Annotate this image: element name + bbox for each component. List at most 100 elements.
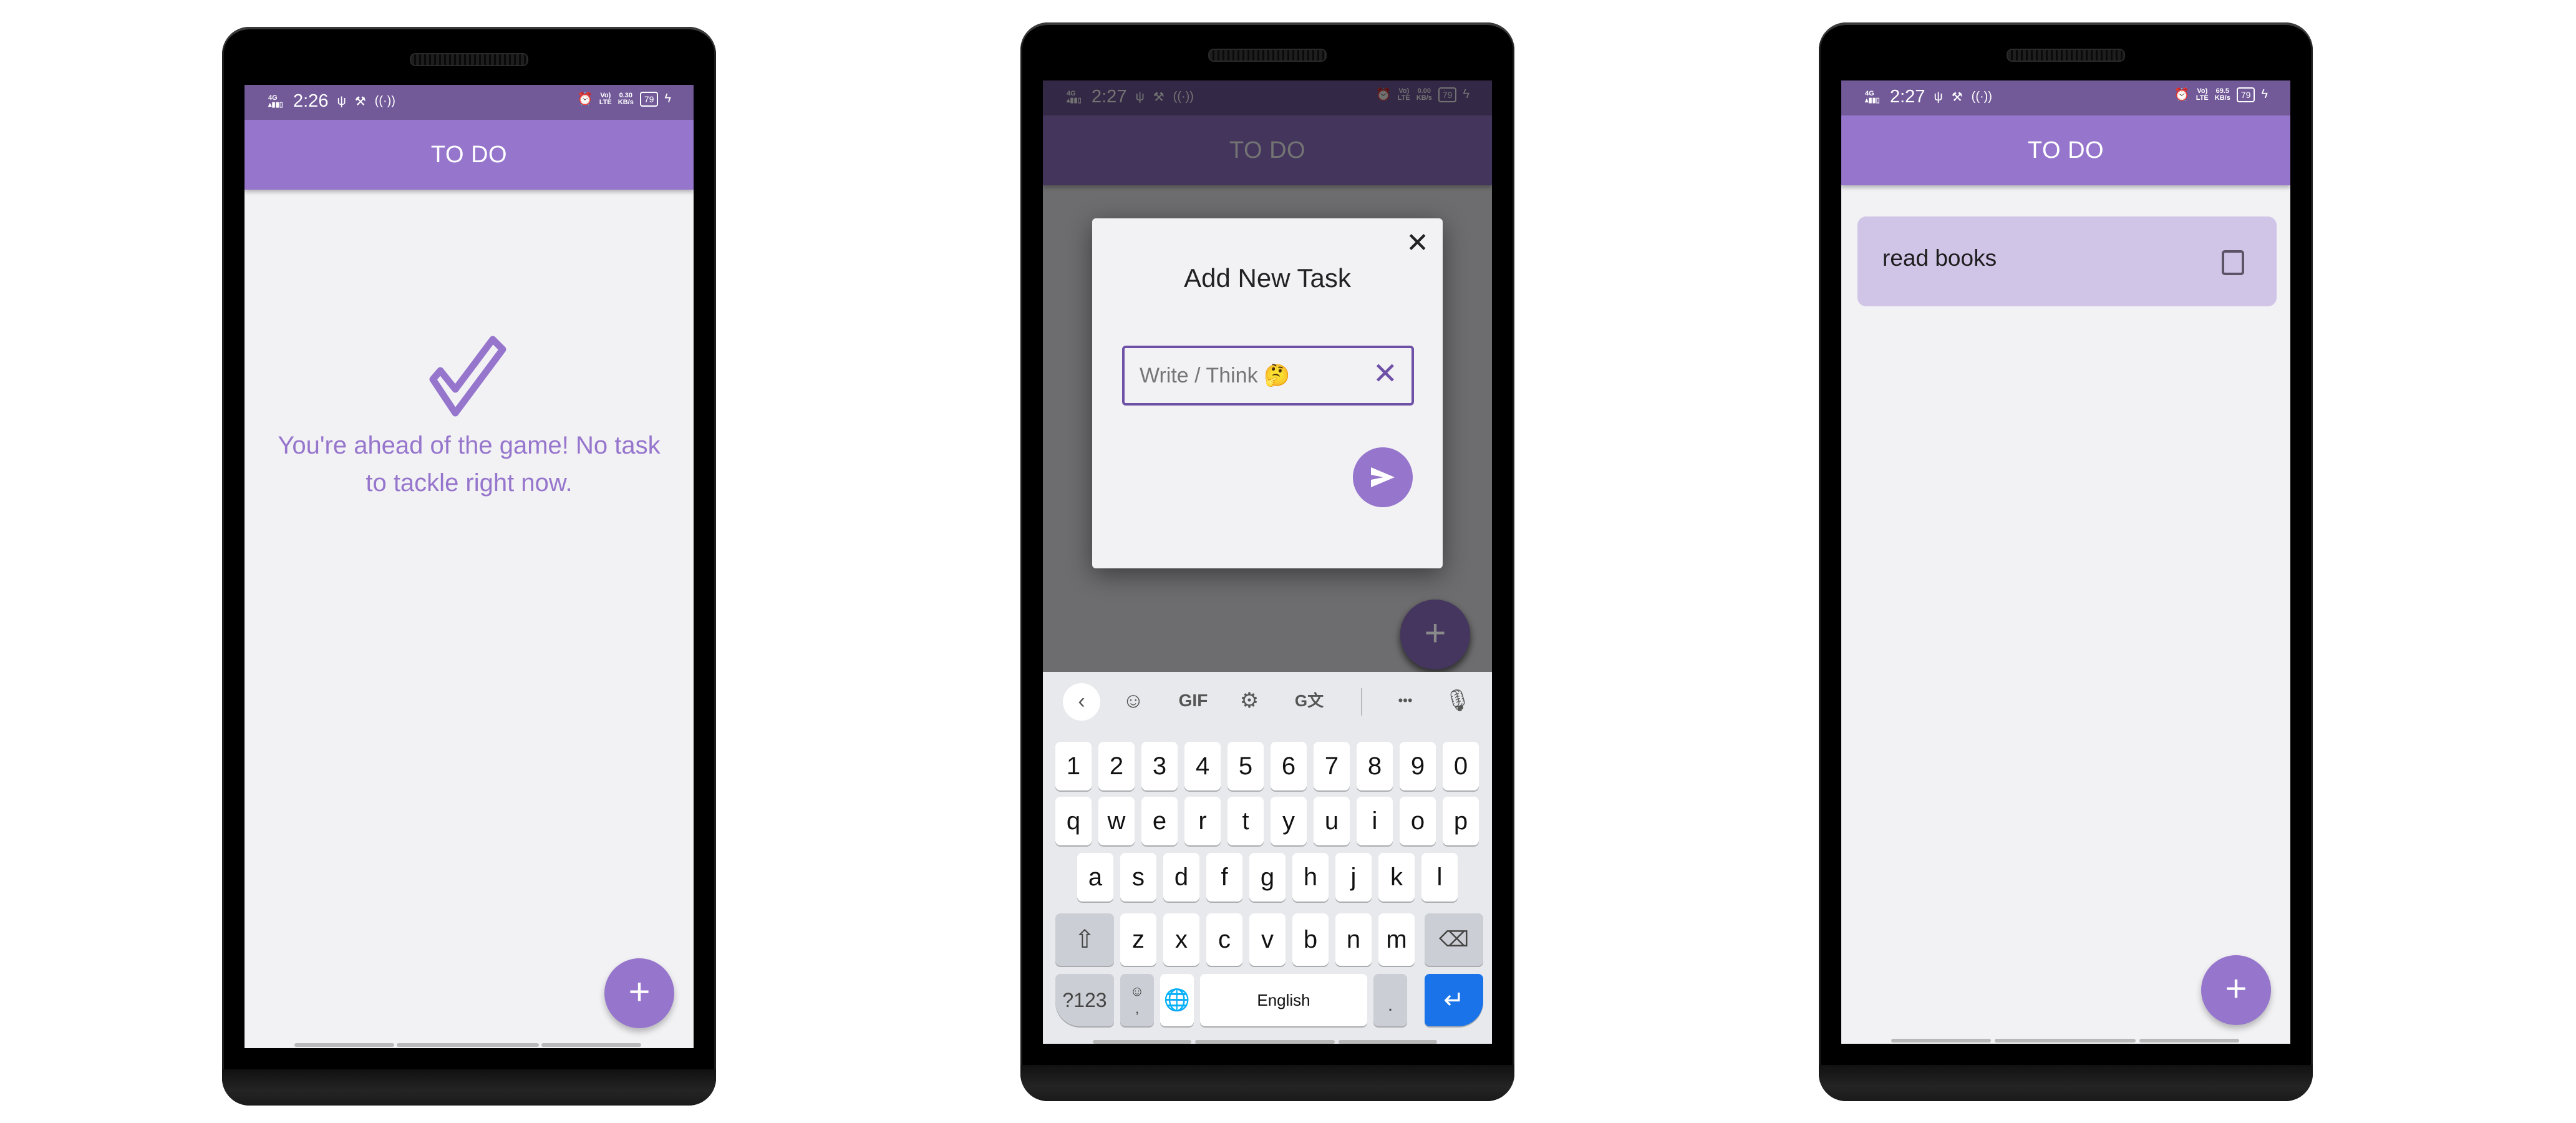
key-o[interactable]: o [1400, 797, 1436, 845]
task-list-item[interactable]: read books [1857, 216, 2277, 306]
gif-button[interactable]: GIF [1171, 686, 1215, 716]
charging-icon: ϟ [2261, 87, 2268, 101]
key-9[interactable]: 9 [1400, 742, 1436, 790]
nav-gesture-bar [541, 1043, 641, 1047]
nav-gesture-bar [397, 1043, 539, 1047]
app-title: TO DO [2027, 137, 2104, 163]
phone-frame-empty-state: 4G ▴▮▮▯ 2:26 ψ ⚒ ((·)) ⏰ Vo) LTE 0.30 KB/s … [222, 27, 716, 1106]
battery-icon: 79 [639, 91, 659, 107]
status-bar: 4G ▴▮▮▯ 2:26 ψ ⚒ ((·)) ⏰ Vo) LTE 0.30 KB/s … [245, 85, 694, 120]
shift-key[interactable]: ⇧ [1055, 913, 1114, 966]
sticker-icon[interactable]: ☺ [1118, 686, 1149, 716]
network-speed: 69.5 KB/s [2214, 87, 2230, 102]
key-i[interactable]: i [1357, 797, 1393, 845]
add-task-fab[interactable]: + [2201, 955, 2271, 1025]
network-speed: 0.30 KB/s [617, 91, 634, 106]
key-5[interactable]: 5 [1227, 742, 1264, 790]
send-icon [1371, 467, 1395, 487]
translate-icon[interactable]: G文 [1294, 686, 1325, 716]
phone-frame-task-list: 4G ▴▮▮▯ 2:27 ψ ⚒ ((·)) ⏰ Vo) LTE 69.5 KB/s … [1819, 22, 2313, 1101]
tools-icon: ⚒ [1951, 90, 1963, 104]
key-t[interactable]: t [1227, 797, 1264, 845]
soft-keyboard: ‹ ☺ GIF ⚙ G文 ••• 🎙 1234567890 qwertyuiop a… [1043, 672, 1492, 1044]
comma-label: , [1135, 1001, 1140, 1016]
nav-gesture-bar [1339, 1040, 1437, 1044]
phone-chin [222, 1069, 716, 1106]
phone-chin [1020, 1065, 1514, 1101]
key-b[interactable]: b [1292, 913, 1329, 966]
key-l[interactable]: l [1421, 853, 1458, 902]
nav-gesture-bar [1093, 1040, 1191, 1044]
key-y[interactable]: y [1271, 797, 1307, 845]
key-1[interactable]: 1 [1055, 742, 1092, 790]
key-v[interactable]: v [1249, 913, 1286, 966]
task-input-field[interactable]: ✕ [1122, 346, 1414, 406]
key-h[interactable]: h [1292, 853, 1329, 902]
close-icon[interactable]: ✕ [1406, 230, 1429, 257]
key-2[interactable]: 2 [1098, 742, 1135, 790]
phone-chin [1819, 1065, 2313, 1101]
clear-icon[interactable]: ✕ [1373, 357, 1398, 392]
key-q[interactable]: q [1055, 797, 1092, 845]
task-input[interactable] [1138, 362, 1365, 389]
emoji-comma-key[interactable]: ☺, [1120, 974, 1154, 1026]
period-key[interactable]: . [1373, 974, 1407, 1026]
key-x[interactable]: x [1163, 913, 1199, 966]
key-8[interactable]: 8 [1357, 742, 1393, 790]
key-k[interactable]: k [1378, 853, 1415, 902]
key-z[interactable]: z [1120, 913, 1156, 966]
usb-icon: ψ [337, 94, 346, 108]
key-3[interactable]: 3 [1141, 742, 1178, 790]
status-bar: 4G ▴▮▮▯ 2:27 ψ ⚒ ((·)) ⏰ Vo) LTE 69.5 KB/s … [1841, 80, 2290, 115]
key-f[interactable]: f [1206, 853, 1242, 902]
globe-icon[interactable]: 🌐 [1160, 974, 1194, 1026]
add-task-fab[interactable]: + [604, 958, 674, 1028]
plus-icon: + [628, 971, 651, 1013]
more-icon[interactable]: ••• [1390, 686, 1421, 716]
send-button[interactable] [1353, 447, 1413, 507]
battery-icon: 79 [2236, 87, 2255, 102]
nav-gesture-bar [294, 1043, 394, 1047]
key-e[interactable]: e [1141, 797, 1178, 845]
screen: 4G▴▮▮▯ 2:27 ψ ⚒ ((·)) ⏰ Vo)LTE 0.00KB/s … [1043, 80, 1492, 1044]
app-bar: TO DO [245, 120, 694, 190]
signal-icon: 4G▴▮▮▯ [268, 94, 283, 109]
enter-key[interactable]: ↵ [1425, 974, 1483, 1026]
chevron-left-icon[interactable]: ‹ [1063, 683, 1100, 721]
key-m[interactable]: m [1378, 913, 1415, 966]
key-g[interactable]: g [1249, 853, 1286, 902]
backspace-key[interactable]: ⌫ [1425, 913, 1483, 966]
empty-state-message: You're ahead of the game! No task to tac… [278, 432, 661, 497]
status-time: 2:27 [1890, 87, 1925, 107]
key-a[interactable]: a [1077, 853, 1113, 902]
speaker-grille [2007, 49, 2125, 62]
key-c[interactable]: c [1206, 913, 1242, 966]
gear-icon[interactable]: ⚙ [1234, 686, 1265, 716]
phone-frame-add-task-dialog: 4G▴▮▮▯ 2:27 ψ ⚒ ((·)) ⏰ Vo)LTE 0.00KB/s … [1020, 22, 1514, 1101]
key-u[interactable]: u [1314, 797, 1350, 845]
mic-icon[interactable]: 🎙 [1442, 686, 1473, 716]
key-j[interactable]: j [1335, 853, 1372, 902]
key-n[interactable]: n [1335, 913, 1372, 966]
task-checkbox[interactable] [2222, 250, 2244, 275]
symbols-key[interactable]: ?123 [1055, 974, 1114, 1026]
key-w[interactable]: w [1098, 797, 1135, 845]
charging-icon: ϟ [664, 92, 671, 105]
key-p[interactable]: p [1443, 797, 1479, 845]
screen: 4G ▴▮▮▯ 2:26 ψ ⚒ ((·)) ⏰ Vo) LTE 0.30 KB/s … [245, 85, 694, 1048]
key-6[interactable]: 6 [1271, 742, 1307, 790]
key-0[interactable]: 0 [1443, 742, 1479, 790]
plus-icon: + [1424, 612, 1446, 654]
alarm-icon: ⏰ [577, 92, 593, 106]
key-7[interactable]: 7 [1314, 742, 1350, 790]
key-d[interactable]: d [1163, 853, 1199, 902]
space-key[interactable]: English [1200, 974, 1367, 1026]
key-r[interactable]: r [1184, 797, 1221, 845]
speaker-grille [410, 53, 528, 66]
key-s[interactable]: s [1120, 853, 1156, 902]
key-4[interactable]: 4 [1184, 742, 1221, 790]
nav-gesture-bar [2139, 1039, 2239, 1043]
signal-icon: 4G▴▮▮▯ [1865, 89, 1880, 104]
plus-icon: + [2225, 968, 2247, 1009]
speaker-grille [1208, 49, 1327, 62]
